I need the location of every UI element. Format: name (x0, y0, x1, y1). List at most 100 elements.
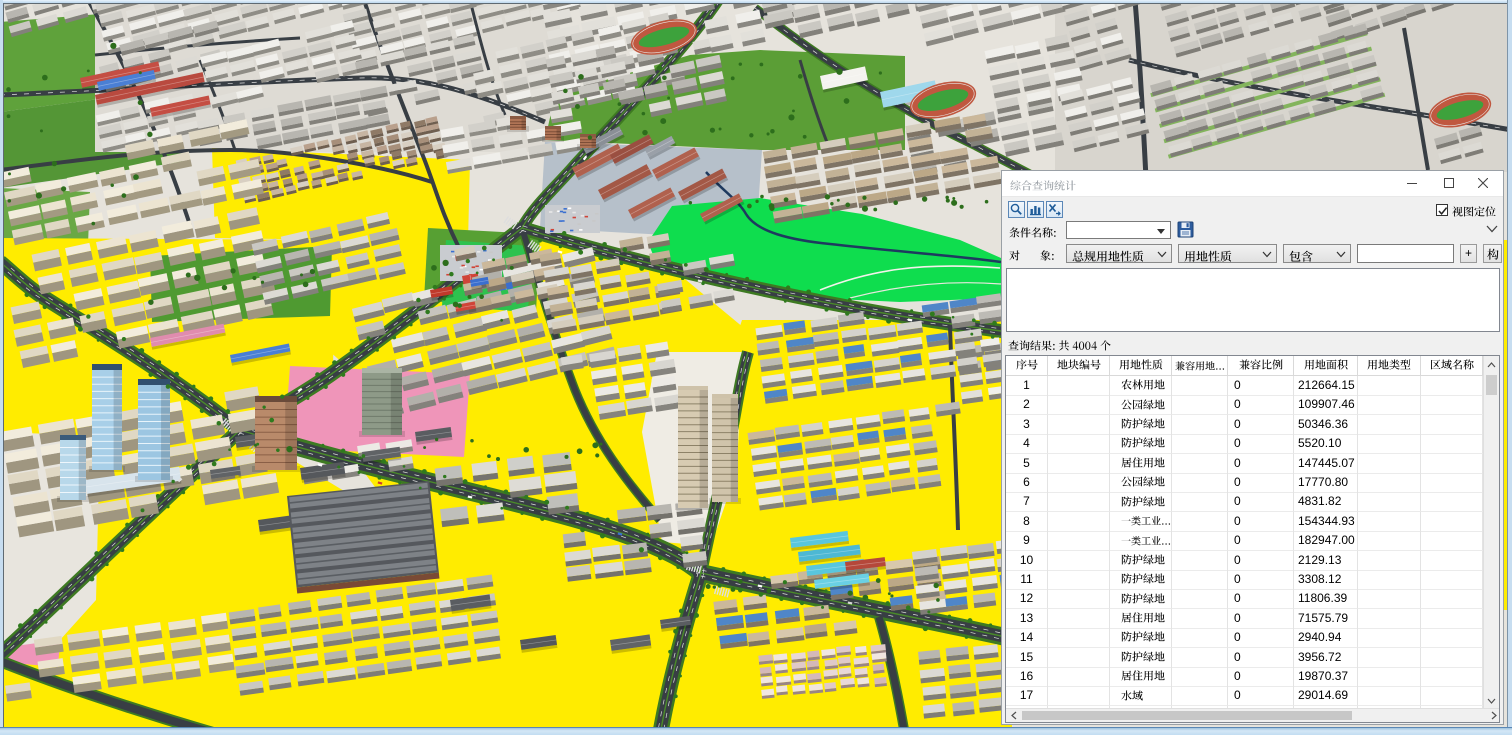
add-condition-button[interactable]: + (1460, 244, 1477, 263)
cell-area: 3308.12 (1294, 570, 1358, 590)
table-row[interactable]: 5居住用地0147445.07 (1006, 454, 1484, 474)
cell-ratio: 0 (1228, 415, 1294, 435)
table-row[interactable]: 1农林用地0212664.15 (1006, 376, 1484, 396)
table-row[interactable]: 16居住用地019870.37 (1006, 667, 1484, 687)
cell-n: 5 (1006, 454, 1048, 474)
tower (135, 379, 173, 482)
panel-titlebar[interactable]: 综合查询统计 (1002, 171, 1503, 197)
column-header-type[interactable]: 用地类型 (1358, 356, 1421, 376)
maximize-button[interactable] (1432, 171, 1466, 196)
cell-use: 一类工业... (1110, 512, 1172, 532)
column-header-region[interactable]: 区域名称 (1421, 356, 1483, 376)
excel-export-icon (1047, 202, 1062, 217)
cell-type (1358, 667, 1421, 687)
table-row[interactable]: 2公园绿地0109907.46 (1006, 395, 1484, 415)
cell-area: 154344.93 (1294, 512, 1358, 532)
vector-text (1121, 415, 1165, 431)
vertical-scrollbar[interactable] (1483, 356, 1499, 709)
vector-text (1121, 493, 1165, 509)
cell-text: 182947.00 (1294, 531, 1355, 550)
cell-ratio: 0 (1228, 395, 1294, 415)
scroll-up-button[interactable] (1484, 356, 1499, 373)
save-condition-button[interactable] (1177, 221, 1195, 239)
query-search-button[interactable] (1008, 201, 1025, 218)
vector-text (1452, 203, 1496, 219)
search-icon (1009, 202, 1024, 217)
table-row[interactable]: 13居住用地071575.79 (1006, 609, 1484, 629)
minimize-button[interactable] (1395, 171, 1429, 196)
cell-text: 147445.07 (1294, 454, 1355, 473)
table-row[interactable]: 9一类工业...0182947.00 (1006, 531, 1484, 551)
cell-parcel (1048, 376, 1110, 396)
table-row[interactable]: 14防护绿地02940.94 (1006, 628, 1484, 648)
cell-text: 1 (1023, 378, 1030, 392)
chevron-down-icon (1487, 698, 1496, 704)
column-header-area[interactable]: 用地面积 (1294, 356, 1358, 376)
horizontal-scrollbar[interactable] (1006, 708, 1500, 722)
cell-text: 0 (1228, 492, 1241, 511)
field-dropdown[interactable]: 用地性质 (1178, 244, 1277, 263)
cell-parcel (1048, 686, 1110, 706)
vertical-scroll-thumb[interactable] (1486, 375, 1497, 395)
table-row[interactable]: 4防护绿地05520.10 (1006, 434, 1484, 454)
cell-text: 10 (1020, 553, 1033, 567)
scroll-down-button[interactable] (1484, 692, 1499, 709)
cell-compat (1172, 415, 1228, 435)
cell-use: 公园绿地 (1110, 395, 1172, 415)
maximize-icon (1444, 178, 1454, 188)
table-row[interactable]: 17水域029014.69 (1006, 686, 1484, 706)
table-row[interactable]: 6公园绿地017770.80 (1006, 473, 1484, 493)
close-button[interactable] (1466, 171, 1500, 196)
statistics-chart-button[interactable] (1027, 201, 1044, 218)
cell-region (1421, 454, 1483, 474)
checkbox-box[interactable] (1436, 204, 1448, 216)
table-row[interactable]: 12防护绿地011806.39 (1006, 589, 1484, 609)
condition-name-combobox[interactable] (1066, 221, 1171, 239)
filter-value-input[interactable] (1357, 244, 1454, 263)
cell-text: 5 (1023, 456, 1030, 470)
vector-text (1016, 356, 1038, 372)
operator-dropdown[interactable]: 包含 (1283, 244, 1351, 263)
cell-n: 4 (1006, 434, 1048, 454)
horizontal-scroll-thumb[interactable] (1022, 711, 1352, 720)
cell-n: 3 (1006, 415, 1048, 435)
column-header-parcel[interactable]: 地块编号 (1048, 356, 1110, 376)
cell-ratio: 0 (1228, 667, 1294, 687)
vector-text (1121, 434, 1165, 450)
column-header-use[interactable]: 用地性质 (1110, 356, 1172, 376)
table-row[interactable]: 15防护绿地03956.72 (1006, 648, 1484, 668)
vector-text (1121, 570, 1165, 586)
cell-parcel (1048, 667, 1110, 687)
cell-parcel (1048, 589, 1110, 609)
table-row[interactable]: 8一类工业...0154344.93 (1006, 512, 1484, 532)
vector-text (1040, 247, 1055, 263)
cell-region (1421, 589, 1483, 609)
cell-type (1358, 512, 1421, 532)
cell-text: 3308.12 (1294, 570, 1341, 589)
object-type-dropdown[interactable]: 总规用地性质 (1066, 244, 1172, 263)
vector-text (1119, 356, 1163, 372)
table-row[interactable]: 10防护绿地02129.13 (1006, 551, 1484, 571)
table-row[interactable]: 3防护绿地050346.36 (1006, 415, 1484, 435)
cell-ratio: 0 (1228, 648, 1294, 668)
build-condition-button[interactable]: 构 (1483, 244, 1502, 263)
column-header-ratio[interactable]: 兼容比例 (1228, 356, 1294, 376)
window-border-top (0, 0, 1512, 3)
cell-area: 71575.79 (1294, 609, 1358, 629)
table-row[interactable]: 7防护绿地04831.82 (1006, 492, 1484, 512)
vector-text (1072, 247, 1144, 264)
cell-use: 防护绿地 (1110, 628, 1172, 648)
cell-type (1358, 434, 1421, 454)
cell-ratio: 0 (1228, 473, 1294, 493)
table-row[interactable]: 11防护绿地03308.12 (1006, 570, 1484, 590)
scroll-right-button[interactable] (1486, 709, 1500, 722)
scroll-left-button[interactable] (1006, 709, 1021, 722)
cell-type (1358, 609, 1421, 629)
combo-dropdown-arrow-icon[interactable] (1157, 229, 1165, 234)
cell-text: 4 (1023, 436, 1030, 450)
collapse-chevron-button[interactable] (1486, 222, 1498, 236)
column-header-compat[interactable]: 兼容用地... (1172, 356, 1228, 376)
condition-list-box[interactable] (1006, 268, 1500, 332)
column-header-n[interactable]: 序号 (1006, 356, 1048, 376)
export-excel-button[interactable] (1046, 201, 1063, 218)
